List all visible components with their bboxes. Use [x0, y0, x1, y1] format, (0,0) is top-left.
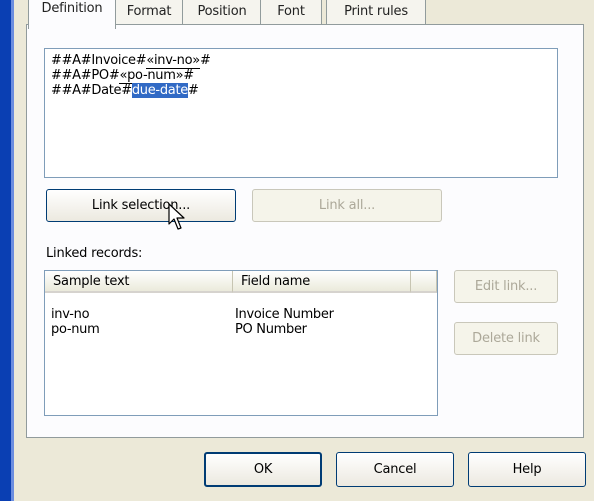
sample-text-cell: inv-no — [51, 307, 90, 322]
column-header-filler — [411, 271, 437, 293]
definition-line: ##A#Date#due-date# — [51, 83, 199, 98]
cancel-button[interactable]: Cancel — [336, 452, 454, 487]
definition-line: ##A#PO#«po-num»# — [51, 68, 194, 84]
linked-records-list[interactable]: Sample text Field name inv-no Invoice Nu… — [44, 270, 438, 416]
sample-text-cell: po-num — [51, 322, 100, 337]
ok-button[interactable]: OK — [204, 452, 322, 487]
field-token: «inv-no» — [146, 53, 200, 69]
definition-line: ##A#Invoice#«inv-no»# — [51, 53, 211, 69]
column-header-sample-text[interactable]: Sample text — [45, 271, 233, 293]
tab-definition[interactable]: Definition — [28, 0, 116, 29]
definition-textarea[interactable]: ##A#Invoice#«inv-no»# ##A#PO#«po-num»# #… — [44, 48, 558, 178]
delete-link-button[interactable]: Delete link — [454, 322, 558, 355]
selected-text: due-date — [131, 83, 188, 98]
field-name-cell: Invoice Number — [235, 307, 334, 322]
window-border — [0, 0, 14, 501]
help-button[interactable]: Help — [468, 452, 586, 487]
field-name-cell: PO Number — [235, 322, 307, 337]
link-selection-button[interactable]: Link selection... — [46, 189, 236, 222]
column-header-field-name[interactable]: Field name — [233, 271, 411, 293]
mouse-cursor-icon — [168, 203, 185, 230]
edit-link-button[interactable]: Edit link... — [454, 270, 558, 303]
link-all-button[interactable]: Link all... — [252, 189, 442, 222]
table-row[interactable]: po-num PO Number — [45, 322, 437, 337]
field-token: «po-num» — [119, 68, 184, 84]
table-row[interactable]: inv-no Invoice Number — [45, 307, 437, 322]
linked-records-label: Linked records: — [46, 246, 143, 261]
